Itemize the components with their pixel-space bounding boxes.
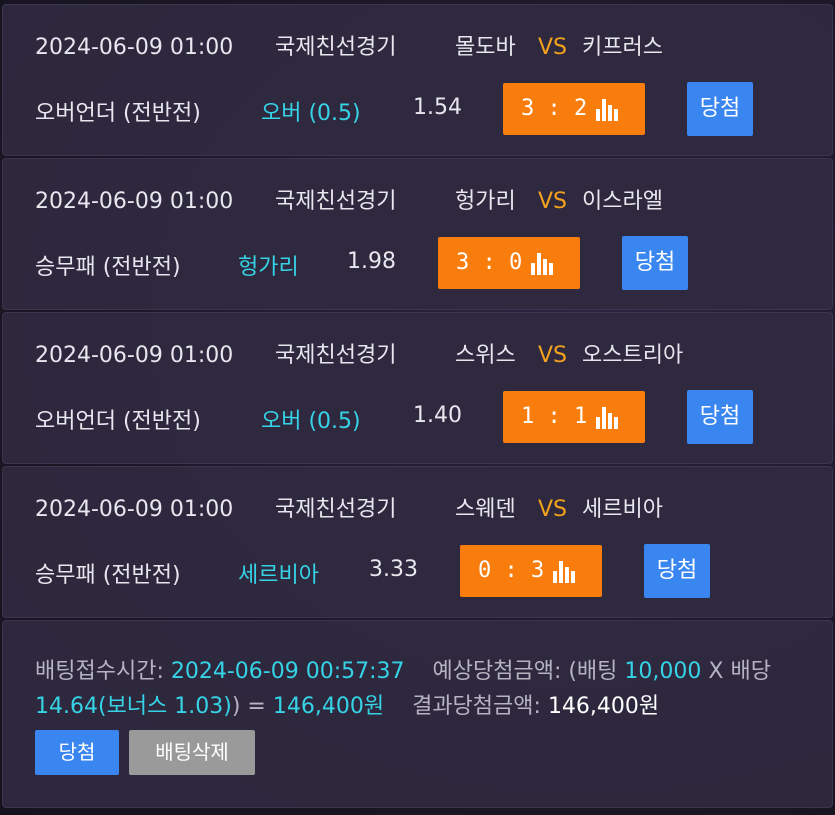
score-value: 3 : 2 xyxy=(521,96,588,121)
bet-odds: 3.33 xyxy=(369,557,418,582)
league-name: 국제친선경기 xyxy=(275,497,397,522)
away-team: 세르비아 xyxy=(582,497,663,522)
bet-details: 오버언더 (전반전) 오버 (0.5) 1.40 1 : 1 당첨 xyxy=(35,390,832,445)
score-value: 0 : 3 xyxy=(478,558,545,583)
bet-pick: 오버 (0.5) xyxy=(261,409,361,434)
expected-amount: 146,400원 xyxy=(272,694,385,719)
bet-card: 2024-06-09 01:00 국제친선경기 몰도바 VS 키프러스 오버언더… xyxy=(2,4,833,156)
match-date: 2024-06-09 01:00 xyxy=(35,343,234,368)
total-odds: 14.64(보너스 1.03) xyxy=(35,694,232,719)
bar-chart-icon xyxy=(596,99,618,121)
bet-odds: 1.98 xyxy=(347,249,396,274)
market-type: 오버언더 (전반전) xyxy=(35,409,201,434)
home-team: 헝가리 xyxy=(455,189,516,214)
bet-details: 오버언더 (전반전) 오버 (0.5) 1.54 3 : 2 당첨 xyxy=(35,82,832,137)
bet-card: 2024-06-09 01:00 국제친선경기 스웨덴 VS 세르비아 승무패 … xyxy=(2,466,833,618)
win-button[interactable]: 당첨 xyxy=(687,390,753,444)
stake-amount: 10,000 xyxy=(624,659,702,684)
away-team: 키프러스 xyxy=(582,35,663,60)
vs-label: VS xyxy=(538,35,568,60)
bet-details: 승무패 (전반전) 세르비아 3.33 0 : 3 당첨 xyxy=(35,544,832,599)
match-date: 2024-06-09 01:00 xyxy=(35,189,234,214)
match-info: 2024-06-09 01:00 국제친선경기 헝가리 VS 이스라엘 xyxy=(35,187,812,217)
match-date: 2024-06-09 01:00 xyxy=(35,497,234,522)
league-name: 국제친선경기 xyxy=(275,35,397,60)
match-date: 2024-06-09 01:00 xyxy=(35,35,234,60)
market-type: 승무패 (전반전) xyxy=(35,255,181,280)
bet-pick: 세르비아 xyxy=(238,563,319,588)
away-team: 이스라엘 xyxy=(582,189,663,214)
bet-summary: 배팅접수시간: 2024-06-09 00:57:37 예상당첨금액: (배팅 … xyxy=(2,620,833,808)
away-team: 오스트리아 xyxy=(582,343,684,368)
result-label: 결과당첨금액: xyxy=(412,694,548,719)
bet-odds: 1.54 xyxy=(413,95,462,120)
win-button[interactable]: 당첨 xyxy=(644,544,710,598)
score-button[interactable]: 0 : 3 xyxy=(460,545,602,597)
accept-time-label: 배팅접수시간: xyxy=(35,659,171,684)
home-team: 스위스 xyxy=(455,343,516,368)
bar-chart-icon xyxy=(553,561,575,583)
bet-card: 2024-06-09 01:00 국제친선경기 스위스 VS 오스트리아 오버언… xyxy=(2,312,833,464)
bar-chart-icon xyxy=(531,253,553,275)
vs-label: VS xyxy=(538,189,568,214)
vs-label: VS xyxy=(538,497,568,522)
home-team: 몰도바 xyxy=(455,35,516,60)
multiply-label: X 배당 xyxy=(701,659,771,684)
home-team: 스웨덴 xyxy=(455,497,516,522)
score-button[interactable]: 1 : 1 xyxy=(503,391,645,443)
bet-odds: 1.40 xyxy=(413,403,462,428)
result-amount: 146,400원 xyxy=(547,694,660,719)
win-button[interactable]: 당첨 xyxy=(687,82,753,136)
league-name: 국제친선경기 xyxy=(275,343,397,368)
bet-card: 2024-06-09 01:00 국제친선경기 헝가리 VS 이스라엘 승무패 … xyxy=(2,158,833,310)
summary-text: 배팅접수시간: 2024-06-09 00:57:37 예상당첨금액: (배팅 … xyxy=(35,654,795,724)
score-value: 1 : 1 xyxy=(521,404,588,429)
equals-label: ) = xyxy=(231,694,273,719)
market-type: 승무패 (전반전) xyxy=(35,563,181,588)
match-info: 2024-06-09 01:00 국제친선경기 스웨덴 VS 세르비아 xyxy=(35,495,812,525)
score-button[interactable]: 3 : 2 xyxy=(503,83,645,135)
bet-pick: 오버 (0.5) xyxy=(261,101,361,126)
score-value: 3 : 0 xyxy=(456,250,523,275)
score-button[interactable]: 3 : 0 xyxy=(438,237,580,289)
bet-pick: 헝가리 xyxy=(238,255,299,280)
match-info: 2024-06-09 01:00 국제친선경기 스위스 VS 오스트리아 xyxy=(35,341,812,371)
match-info: 2024-06-09 01:00 국제친선경기 몰도바 VS 키프러스 xyxy=(35,33,812,63)
delete-bet-button[interactable]: 배팅삭제 xyxy=(129,730,255,775)
bet-details: 승무패 (전반전) 헝가리 1.98 3 : 0 당첨 xyxy=(35,236,832,291)
market-type: 오버언더 (전반전) xyxy=(35,101,201,126)
league-name: 국제친선경기 xyxy=(275,189,397,214)
vs-label: VS xyxy=(538,343,568,368)
expected-label: 예상당첨금액: (배팅 xyxy=(432,659,625,684)
bar-chart-icon xyxy=(596,407,618,429)
accept-time: 2024-06-09 00:57:37 xyxy=(170,659,405,684)
win-button[interactable]: 당첨 xyxy=(622,236,688,290)
win-button[interactable]: 당첨 xyxy=(35,730,119,775)
